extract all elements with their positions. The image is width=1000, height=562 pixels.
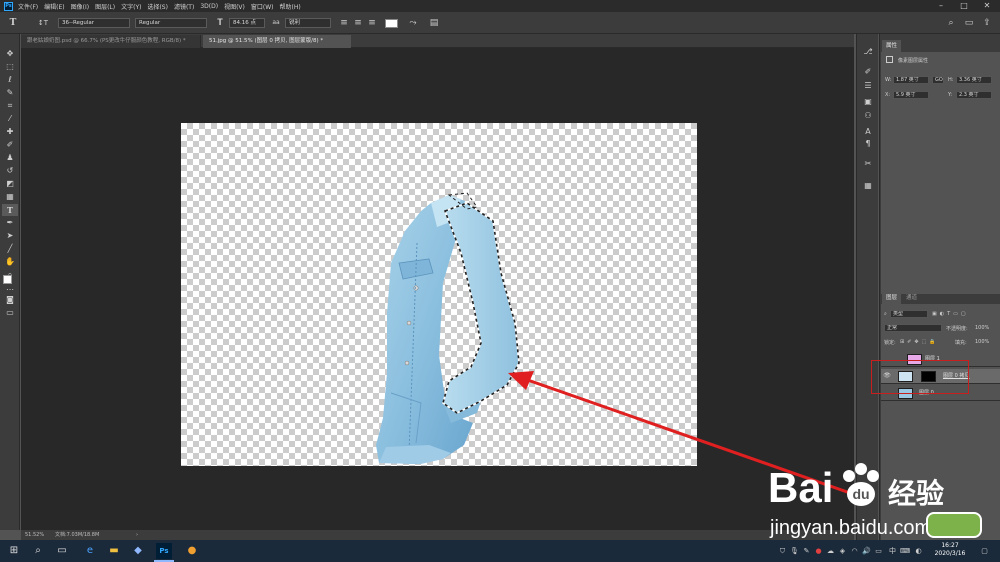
shield-icon[interactable]: ⛉ bbox=[778, 545, 787, 557]
app-icon[interactable]: ◆ bbox=[130, 543, 146, 559]
clock-date: 2020/3/16 bbox=[934, 550, 966, 557]
search-icon[interactable]: ⌕ bbox=[30, 543, 46, 559]
notifications-icon[interactable]: ▢ bbox=[980, 545, 989, 557]
ime-icon[interactable]: 中 bbox=[888, 545, 897, 557]
system-clock[interactable]: 16:27 2020/3/16 bbox=[930, 542, 970, 558]
ime-mode-icon[interactable]: ◐ bbox=[914, 545, 923, 557]
wifi-icon[interactable]: ◠ bbox=[850, 545, 859, 557]
photoshop-taskbar-icon[interactable]: Ps bbox=[156, 543, 172, 559]
file-explorer-icon[interactable]: ▬ bbox=[106, 543, 122, 559]
volume-icon[interactable]: 🔊 bbox=[862, 545, 871, 557]
svg-text:du: du bbox=[852, 486, 869, 502]
baidu-watermark: Bai du 经验 jingyan.baidu.com bbox=[760, 462, 990, 542]
app-icon-2[interactable]: ● bbox=[184, 543, 200, 559]
app-tray-icon-2[interactable]: ◈ bbox=[838, 545, 847, 557]
network-icon[interactable]: ▭ bbox=[874, 545, 883, 557]
keyboard-icon[interactable]: ⌨ bbox=[900, 545, 910, 557]
watermark-brand: Bai bbox=[768, 464, 834, 511]
edge-browser-icon[interactable]: e bbox=[82, 543, 98, 559]
windows-start-icon[interactable]: ⊞ bbox=[6, 543, 22, 559]
microphone-icon[interactable]: 🎙 bbox=[790, 545, 799, 557]
pen-icon[interactable]: ✎ bbox=[802, 545, 811, 557]
cloud-icon[interactable]: ☁ bbox=[826, 545, 835, 557]
windows-taskbar: ⊞ ⌕ ▭ e ▬ ◆ Ps ● ⛉ 🎙 ✎ ● ☁ ◈ ◠ 🔊 ▭ 中 ⌨ ◐… bbox=[0, 540, 1000, 562]
clock-time: 16:27 bbox=[941, 542, 959, 549]
watermark-badge-icon bbox=[926, 512, 982, 538]
app-tray-icon[interactable]: ● bbox=[814, 545, 823, 557]
watermark-url: jingyan.baidu.com bbox=[770, 517, 932, 539]
watermark-jingyan: 经验 bbox=[888, 477, 945, 510]
baidu-paw-icon: du bbox=[843, 463, 879, 506]
task-view-icon[interactable]: ▭ bbox=[54, 543, 70, 559]
